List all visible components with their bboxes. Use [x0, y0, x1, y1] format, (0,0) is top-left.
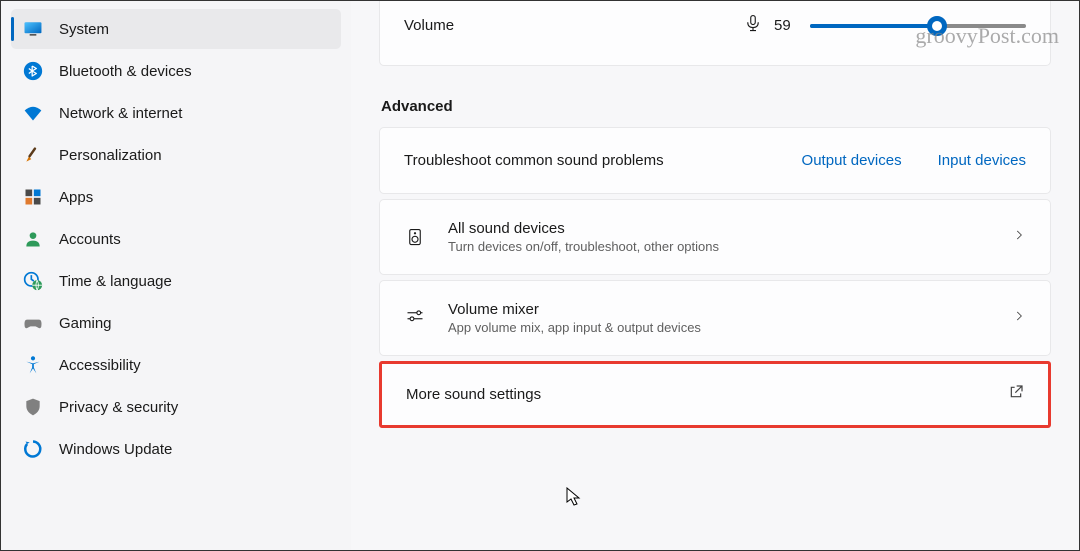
sidebar-item-label: System	[59, 21, 109, 38]
sidebar-item-label: Apps	[59, 189, 93, 206]
accessibility-icon	[23, 355, 43, 375]
volume-slider[interactable]	[810, 24, 1026, 28]
sidebar-item-time-language[interactable]: Time & language	[11, 261, 341, 301]
external-link-icon	[1008, 384, 1024, 405]
sidebar-item-label: Bluetooth & devices	[59, 63, 192, 80]
advanced-section-title: Advanced	[381, 98, 1051, 115]
sidebar-item-privacy[interactable]: Privacy & security	[11, 387, 341, 427]
sidebar-item-windows-update[interactable]: Windows Update	[11, 429, 341, 469]
volume-value: 59	[774, 17, 798, 34]
update-icon	[23, 439, 43, 459]
volume-mixer-row[interactable]: Volume mixer App volume mix, app input &…	[379, 280, 1051, 356]
sidebar-item-label: Privacy & security	[59, 399, 178, 416]
sidebar-item-gaming[interactable]: Gaming	[11, 303, 341, 343]
sidebar-item-label: Time & language	[59, 273, 172, 290]
person-icon	[23, 229, 43, 249]
input-devices-link[interactable]: Input devices	[938, 152, 1026, 169]
more-sound-settings-row[interactable]: More sound settings	[379, 361, 1051, 428]
speaker-icon	[404, 226, 426, 248]
mixer-title: Volume mixer	[448, 301, 1012, 318]
bluetooth-icon	[23, 61, 43, 81]
wifi-icon	[23, 103, 43, 123]
brush-icon	[23, 145, 43, 165]
microphone-icon[interactable]	[744, 14, 762, 37]
all-sound-devices-row[interactable]: All sound devices Turn devices on/off, t…	[379, 199, 1051, 275]
sidebar-item-bluetooth[interactable]: Bluetooth & devices	[11, 51, 341, 91]
all-devices-subtitle: Turn devices on/off, troubleshoot, other…	[448, 239, 1012, 254]
troubleshoot-label: Troubleshoot common sound problems	[404, 152, 766, 169]
sidebar-item-network[interactable]: Network & internet	[11, 93, 341, 133]
volume-label: Volume	[404, 17, 744, 34]
display-icon	[23, 19, 43, 39]
sidebar-item-label: Gaming	[59, 315, 112, 332]
sidebar-item-label: Accounts	[59, 231, 121, 248]
settings-main: Volume 59 Advanced Troubleshoot common s…	[351, 1, 1079, 550]
more-settings-title: More sound settings	[406, 386, 1008, 403]
sidebar-item-label: Network & internet	[59, 105, 182, 122]
chevron-right-icon	[1012, 309, 1026, 328]
troubleshoot-card: Troubleshoot common sound problems Outpu…	[379, 127, 1051, 194]
clock-globe-icon	[23, 271, 43, 291]
sidebar-item-personalization[interactable]: Personalization	[11, 135, 341, 175]
mixer-icon	[404, 307, 426, 329]
pair-device-card[interactable]: Volume 59	[379, 1, 1051, 66]
settings-sidebar: System Bluetooth & devices Network & int…	[1, 1, 351, 550]
chevron-right-icon	[1012, 228, 1026, 247]
shield-icon	[23, 397, 43, 417]
all-devices-title: All sound devices	[448, 220, 1012, 237]
apps-icon	[23, 187, 43, 207]
sidebar-item-system[interactable]: System	[11, 9, 341, 49]
output-devices-link[interactable]: Output devices	[802, 152, 902, 169]
mixer-subtitle: App volume mix, app input & output devic…	[448, 320, 1012, 335]
gamepad-icon	[23, 313, 43, 333]
sidebar-item-label: Windows Update	[59, 441, 172, 458]
sidebar-item-label: Personalization	[59, 147, 162, 164]
sidebar-item-accounts[interactable]: Accounts	[11, 219, 341, 259]
sidebar-item-label: Accessibility	[59, 357, 141, 374]
sidebar-item-accessibility[interactable]: Accessibility	[11, 345, 341, 385]
sidebar-item-apps[interactable]: Apps	[11, 177, 341, 217]
